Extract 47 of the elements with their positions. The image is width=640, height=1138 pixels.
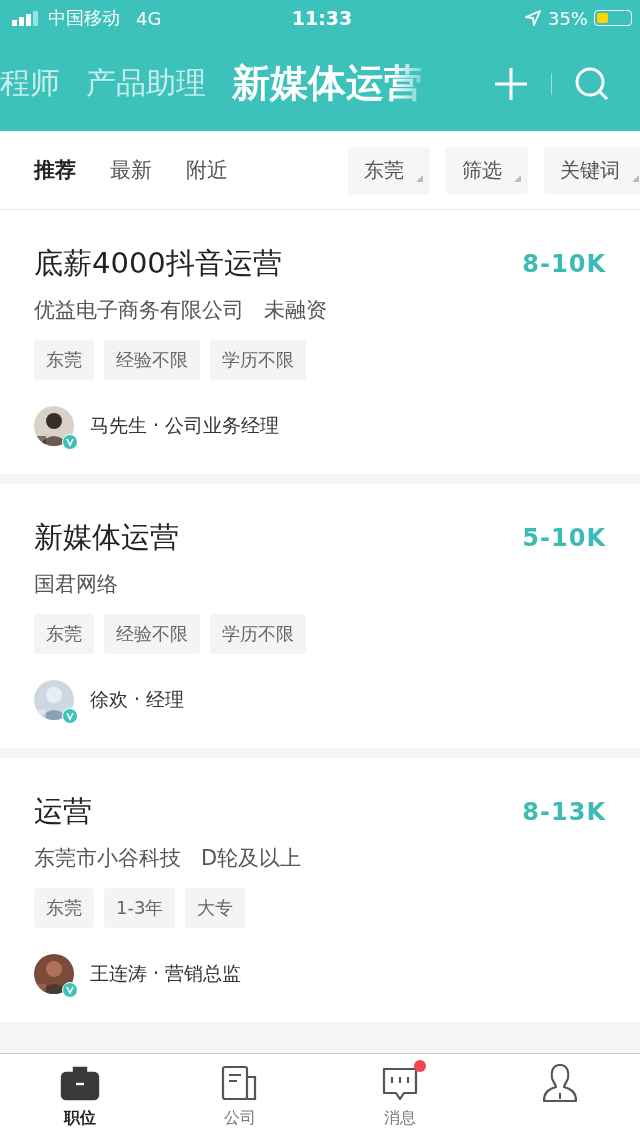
job-tag: 东莞: [34, 614, 94, 654]
sort-tab[interactable]: 附近: [186, 156, 228, 184]
job-title[interactable]: 底薪4000抖音运营: [34, 244, 282, 284]
recruiter-info: 王连涛 · 营销总监: [90, 961, 242, 986]
location-arrow-icon: [523, 9, 542, 27]
job-tag: 学历不限: [210, 340, 306, 380]
job-title[interactable]: 运营: [34, 792, 92, 832]
company-name: 优益电子商务有限公司: [34, 297, 244, 324]
battery-icon: [594, 10, 632, 26]
recruiter-info: 徐欢 · 经理: [90, 687, 185, 712]
company-name: 东莞市小谷科技: [34, 845, 181, 872]
network-type: 4G: [136, 7, 162, 29]
verified-check-icon: [62, 434, 78, 450]
job-tag: 经验不限: [104, 340, 200, 380]
job-title[interactable]: 新媒体运营: [34, 518, 179, 558]
filter-dropdown[interactable]: 东莞: [348, 146, 430, 194]
document-icon: [221, 1065, 259, 1101]
job-tag: 学历不限: [210, 614, 306, 654]
funding-stage: 未融资: [264, 297, 327, 324]
verified-check-icon: [62, 982, 78, 998]
recruiter-info: 马先生 · 公司业务经理: [90, 413, 280, 438]
tab-bar-item[interactable]: 职位: [0, 1054, 160, 1138]
plus-icon[interactable]: [493, 65, 529, 102]
briefcase-icon: [60, 1065, 100, 1101]
tab-bar-item[interactable]: 消息: [320, 1054, 480, 1138]
salary: 5-10K: [522, 524, 606, 552]
salary: 8-10K: [522, 250, 606, 278]
job-tag: 东莞: [34, 888, 94, 928]
person-icon: [541, 1063, 579, 1103]
tab-bar-item[interactable]: 公司: [160, 1054, 320, 1138]
notification-dot: [414, 1060, 426, 1072]
job-tag: 1-3年: [104, 888, 176, 928]
company-name: 国君网络: [34, 571, 118, 598]
sort-tab[interactable]: 最新: [110, 156, 152, 184]
sort-tab[interactable]: 推荐: [34, 156, 76, 184]
salary: 8-13K: [522, 798, 606, 826]
carrier-name: 中国移动: [48, 6, 120, 30]
battery-percent: 35%: [547, 7, 588, 29]
job-tag: 东莞: [34, 340, 94, 380]
funding-stage: D轮及以上: [201, 845, 302, 872]
filter-dropdown[interactable]: 关键词: [544, 146, 640, 194]
job-tag: 大专: [185, 888, 246, 928]
verified-check-icon: [62, 708, 78, 724]
clock: 11:33: [291, 7, 353, 29]
search-icon[interactable]: [574, 65, 610, 102]
filter-dropdown[interactable]: 筛选: [446, 146, 528, 194]
job-tag: 经验不限: [104, 614, 200, 654]
